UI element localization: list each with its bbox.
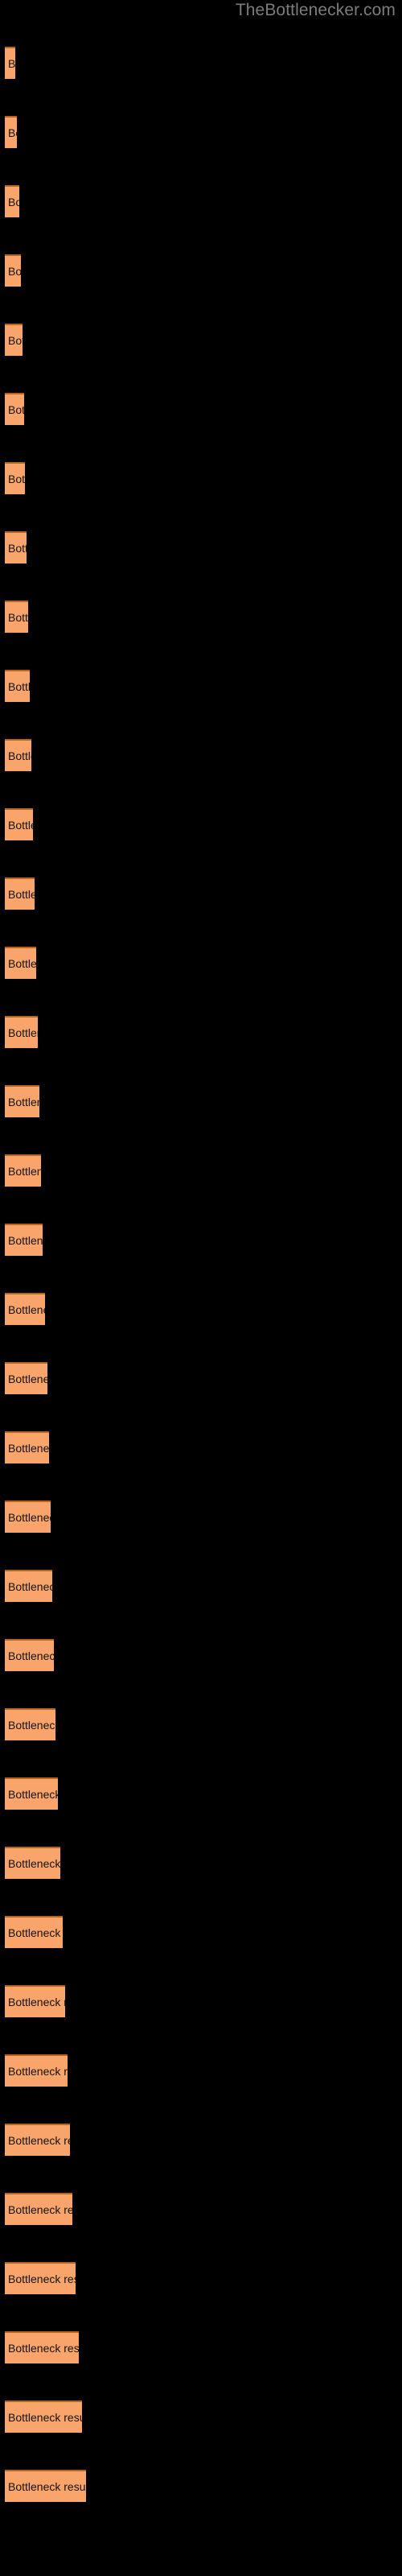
- bar-label: Bottleneck result: [8, 957, 36, 970]
- bar-label: Bottleneck result: [8, 542, 27, 555]
- bar-34: Bottleneck result: [5, 2331, 79, 2363]
- bar-29: Bottleneck result: [5, 1985, 65, 2017]
- bar-label: Bottleneck result: [8, 1165, 41, 1178]
- bar-28: Bottleneck result: [5, 1916, 63, 1948]
- bar-label: Bottleneck result: [8, 1788, 58, 1801]
- bar-label: Bottleneck result: [8, 2065, 68, 2078]
- bar-label: Bottleneck result: [8, 888, 35, 901]
- bar-7: Bottleneck result: [5, 462, 25, 494]
- bar-11: Bottleneck result: [5, 739, 31, 771]
- bar-label: Bottleneck result: [8, 334, 23, 347]
- bar-label: Bottleneck result: [8, 265, 21, 278]
- bar-30: Bottleneck result: [5, 2054, 68, 2087]
- bar-8: Bottleneck result: [5, 531, 27, 564]
- bar-label: Bottleneck result: [8, 126, 17, 139]
- bar-label: Bottleneck result: [8, 2342, 79, 2355]
- bar-26: Bottleneck result: [5, 1777, 58, 1810]
- bar-35: Bottleneck result: [5, 2401, 82, 2433]
- bar-label: Bottleneck result: [8, 611, 28, 624]
- bar-label: Bottleneck result: [8, 1719, 55, 1732]
- bar-20: Bottleneck result: [5, 1362, 47, 1394]
- bar-2: Bottleneck result: [5, 116, 17, 148]
- bar-18: Bottleneck result: [5, 1224, 43, 1256]
- bar-16: Bottleneck result: [5, 1085, 39, 1117]
- bar-3: Bottleneck result: [5, 185, 19, 217]
- bar-6: Bottleneck result: [5, 393, 24, 425]
- bars-layer: Bottleneck result Bottleneck result Bottle…: [0, 0, 402, 2576]
- bar-label: Bottleneck result: [8, 57, 15, 70]
- bar-32: Bottleneck result: [5, 2193, 72, 2225]
- bar-label: Bottleneck result: [8, 680, 30, 693]
- bar-label: Bottleneck result: [8, 1373, 47, 1385]
- bar-label: Bottleneck result: [8, 1649, 54, 1662]
- bar-36: Bottleneck result: [5, 2470, 86, 2502]
- bar-4: Bottleneck result: [5, 254, 21, 287]
- bar-23: Bottleneck result: [5, 1570, 52, 1602]
- bar-chart: TheBottlenecker.com Bottleneck resultBot…: [0, 0, 402, 2576]
- bar-label: Bottleneck result: [8, 1857, 60, 1870]
- bar-label: Bottleneck result: [8, 749, 31, 762]
- bar-label: Bottleneck result: [8, 2480, 86, 2493]
- bar-label: Bottleneck result: [8, 1580, 52, 1593]
- bar-31: Bottleneck result: [5, 2124, 70, 2156]
- bar-label: Bottleneck result: [8, 473, 25, 485]
- bar-1: Bottleneck result: [5, 47, 15, 79]
- bar-19: Bottleneck result: [5, 1293, 45, 1325]
- bar-33: Bottleneck result: [5, 2262, 76, 2294]
- bar-label: Bottleneck result: [8, 2273, 76, 2285]
- bar-9: Bottleneck result: [5, 601, 28, 633]
- bar-14: Bottleneck result: [5, 947, 36, 979]
- bar-17: Bottleneck result: [5, 1154, 41, 1187]
- bar-label: Bottleneck result: [8, 1926, 63, 1939]
- bar-label: Bottleneck result: [8, 1096, 39, 1108]
- bar-label: Bottleneck result: [8, 2134, 70, 2147]
- bar-label: Bottleneck result: [8, 819, 33, 832]
- bar-15: Bottleneck result: [5, 1016, 38, 1048]
- bar-label: Bottleneck result: [8, 2411, 82, 2424]
- bar-27: Bottleneck result: [5, 1847, 60, 1879]
- bar-label: Bottleneck result: [8, 1511, 51, 1524]
- bar-label: Bottleneck result: [8, 2203, 72, 2216]
- bar-10: Bottleneck result: [5, 670, 30, 702]
- bar-25: Bottleneck result: [5, 1708, 55, 1740]
- bar-22: Bottleneck result: [5, 1501, 51, 1533]
- bar-label: Bottleneck result: [8, 1442, 49, 1455]
- bar-label: Bottleneck result: [8, 403, 24, 416]
- bar-label: Bottleneck result: [8, 1026, 38, 1039]
- bar-24: Bottleneck result: [5, 1639, 54, 1671]
- bar-21: Bottleneck result: [5, 1431, 49, 1463]
- bar-5: Bottleneck result: [5, 324, 23, 356]
- bar-13: Bottleneck result: [5, 877, 35, 910]
- bar-label: Bottleneck result: [8, 1996, 65, 2008]
- bar-12: Bottleneck result: [5, 808, 33, 840]
- bar-label: Bottleneck result: [8, 1303, 45, 1316]
- bar-label: Bottleneck result: [8, 196, 19, 208]
- bar-label: Bottleneck result: [8, 1234, 43, 1247]
